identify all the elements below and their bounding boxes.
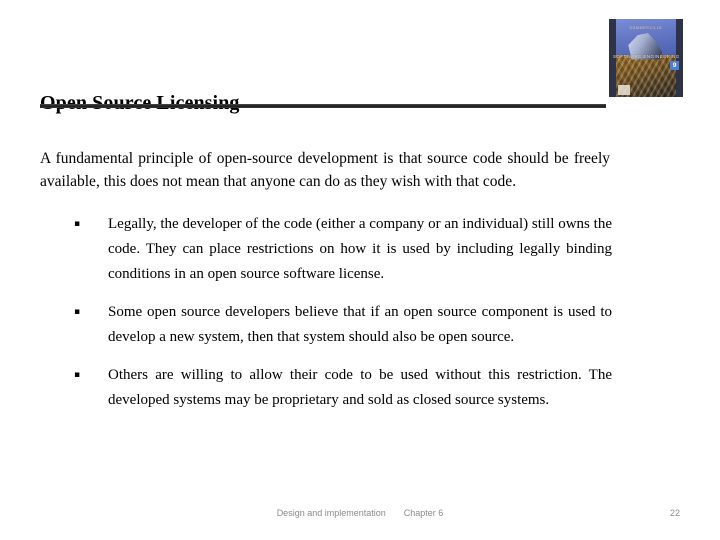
square-bullet-icon: ▪ [74,370,81,380]
list-item: ▪ Legally, the developer of the code (ei… [40,212,612,287]
title-divider [40,104,606,108]
presentation-slide: SOMMERVILLE SOFTWARE ENGINEERING 9 Open … [0,0,720,540]
book-cover-image: SOMMERVILLE SOFTWARE ENGINEERING 9 [609,19,683,97]
square-bullet-icon: ▪ [74,307,81,317]
list-item: ▪ Some open source developers believe th… [40,300,612,350]
list-item-text: Some open source developers believe that… [108,304,612,345]
list-item-text: Legally, the developer of the code (eith… [108,216,612,282]
book-cover-author: SOMMERVILLE [629,26,663,30]
book-cover-edition-badge: 9 [670,61,679,71]
square-bullet-icon: ▪ [74,219,81,229]
intro-paragraph: A fundamental principle of open-source d… [40,149,610,190]
footer-center-group: Design and implementation Chapter 6 [0,508,720,518]
bullet-list: ▪ Legally, the developer of the code (ei… [40,212,612,413]
slide-footer: Design and implementation Chapter 6 22 [0,508,720,524]
list-item: ▪ Others are willing to allow their code… [40,363,612,413]
footer-topic: Design and implementation [276,508,386,518]
book-cover-title: SOFTWARE ENGINEERING [613,54,680,60]
footer-page-number: 22 [669,508,680,518]
list-item-text: Others are willing to allow their code t… [108,367,612,408]
footer-chapter: Chapter 6 [403,508,444,518]
book-cover-highlight [617,84,630,95]
